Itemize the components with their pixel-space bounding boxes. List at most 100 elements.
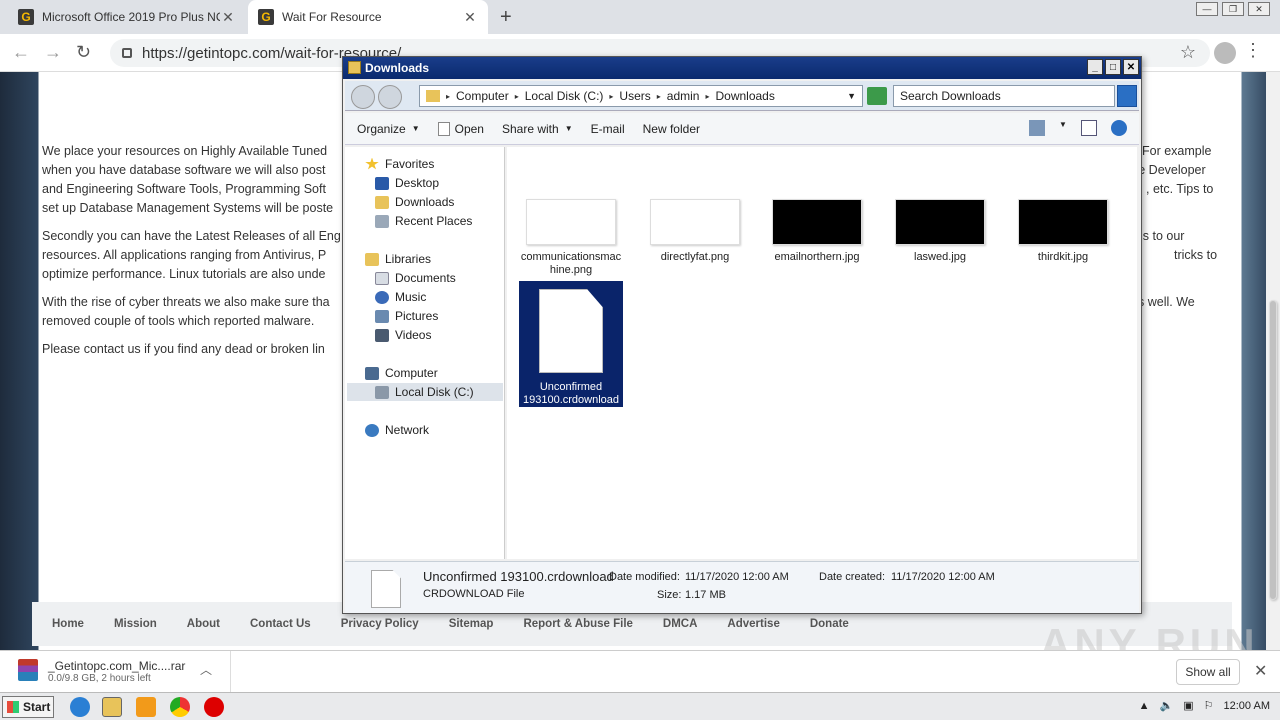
action-center-icon[interactable]: ⚐ bbox=[1204, 699, 1214, 712]
page-scrollbar[interactable] bbox=[1266, 72, 1280, 650]
clock[interactable]: 12:00 AM bbox=[1224, 700, 1270, 712]
stop-icon[interactable] bbox=[204, 697, 224, 717]
nav-recent-places[interactable]: Recent Places bbox=[375, 212, 472, 230]
forward-arrow-icon[interactable]: → bbox=[44, 42, 62, 63]
footer-link-contact[interactable]: Contact Us bbox=[250, 618, 311, 630]
show-all-button[interactable]: Show all bbox=[1176, 659, 1240, 685]
nav-downloads[interactable]: Downloads bbox=[375, 193, 454, 211]
tab-wait-for-resource[interactable]: G Wait For Resource ✕ bbox=[248, 0, 488, 34]
footer-link-about[interactable]: About bbox=[187, 618, 220, 630]
folder-icon bbox=[426, 90, 440, 102]
chevron-down-icon[interactable]: ▼ bbox=[847, 91, 856, 101]
file-item[interactable]: thirdkit.jpg bbox=[1011, 199, 1115, 264]
footer-link-home[interactable]: Home bbox=[52, 618, 84, 630]
new-tab-icon[interactable]: + bbox=[500, 6, 512, 29]
search-input[interactable]: Search Downloads bbox=[893, 85, 1115, 107]
chevron-right-icon[interactable]: ▸ bbox=[446, 92, 450, 101]
footer-link-sitemap[interactable]: Sitemap bbox=[449, 618, 494, 630]
nav-documents[interactable]: Documents bbox=[375, 269, 456, 287]
breadcrumb-computer[interactable]: Computer bbox=[456, 89, 509, 103]
help-icon[interactable] bbox=[1111, 120, 1127, 136]
nav-libraries[interactable]: Libraries bbox=[365, 250, 431, 268]
chrome-icon[interactable] bbox=[170, 697, 190, 717]
tab-title: Wait For Resource bbox=[282, 10, 382, 24]
close-tab-icon[interactable]: ✕ bbox=[462, 9, 478, 26]
footer-link-privacy[interactable]: Privacy Policy bbox=[341, 618, 419, 630]
reload-icon[interactable]: ↻ bbox=[76, 42, 91, 63]
chevron-right-icon[interactable]: ▸ bbox=[609, 92, 613, 101]
minimize-icon[interactable]: _ bbox=[1087, 59, 1103, 75]
nav-label: Music bbox=[395, 290, 427, 304]
document-icon bbox=[437, 121, 450, 136]
nav-music[interactable]: Music bbox=[375, 288, 426, 306]
breadcrumb-downloads[interactable]: Downloads bbox=[715, 89, 774, 103]
file-item-selected[interactable]: Unconfirmed 193100.crdownload bbox=[519, 281, 623, 407]
back-arrow-icon[interactable]: ← bbox=[12, 42, 30, 63]
share-with-button[interactable]: Share with ▼ bbox=[502, 122, 573, 136]
media-player-icon[interactable] bbox=[136, 697, 156, 717]
breadcrumb[interactable]: ▸ Computer ▸ Local Disk (C:) ▸ Users ▸ a… bbox=[419, 85, 863, 107]
nav-label: Documents bbox=[395, 271, 456, 285]
file-name: laswed.jpg bbox=[914, 251, 966, 263]
organize-button[interactable]: Organize ▼ bbox=[357, 122, 420, 136]
nav-network[interactable]: Network bbox=[365, 421, 429, 439]
back-arrow-icon[interactable] bbox=[351, 85, 375, 109]
chevron-down-icon[interactable]: ▼ bbox=[1059, 120, 1067, 136]
start-button[interactable]: Start bbox=[2, 696, 54, 718]
close-window-icon[interactable]: ✕ bbox=[1248, 2, 1270, 16]
search-icon[interactable] bbox=[1117, 85, 1137, 107]
file-item[interactable]: emailnorthern.jpg bbox=[765, 199, 869, 264]
restore-icon[interactable]: ❐ bbox=[1222, 2, 1244, 16]
footer-link-dmca[interactable]: DMCA bbox=[663, 618, 698, 630]
minimize-icon[interactable]: — bbox=[1196, 2, 1218, 16]
nav-favorites[interactable]: Favorites bbox=[365, 155, 434, 173]
refresh-icon[interactable] bbox=[867, 87, 887, 105]
change-view-icon[interactable] bbox=[1029, 120, 1045, 136]
footer-link-mission[interactable]: Mission bbox=[114, 618, 157, 630]
libraries-icon bbox=[365, 252, 379, 266]
network-icon[interactable]: ▣ bbox=[1183, 699, 1193, 712]
breadcrumb-local-disk[interactable]: Local Disk (C:) bbox=[525, 89, 604, 103]
detail-modified-label: Date modified: bbox=[609, 571, 680, 583]
menu-kebab-icon[interactable]: ⋮ bbox=[1244, 40, 1262, 61]
profile-avatar-icon[interactable] bbox=[1214, 42, 1236, 64]
chevron-right-icon[interactable]: ▸ bbox=[705, 92, 709, 101]
footer-link-donate[interactable]: Donate bbox=[810, 618, 849, 630]
explorer-folder-icon[interactable] bbox=[102, 697, 122, 717]
file-item[interactable]: laswed.jpg bbox=[888, 199, 992, 264]
breadcrumb-admin[interactable]: admin bbox=[667, 89, 700, 103]
close-window-icon[interactable]: ✕ bbox=[1123, 59, 1139, 75]
tray-arrow-icon[interactable]: ▲ bbox=[1139, 700, 1150, 712]
image-thumbnail bbox=[895, 199, 985, 245]
footer-link-report[interactable]: Report & Abuse File bbox=[523, 618, 632, 630]
new-folder-button[interactable]: New folder bbox=[643, 122, 700, 136]
close-tab-icon[interactable]: ✕ bbox=[220, 9, 236, 26]
download-filename[interactable]: _Getintopc.com_Mic....rar bbox=[48, 659, 185, 673]
email-button[interactable]: E-mail bbox=[591, 122, 625, 136]
chevron-right-icon[interactable]: ▸ bbox=[657, 92, 661, 101]
lock-icon bbox=[122, 48, 132, 58]
forward-arrow-icon[interactable] bbox=[378, 85, 402, 109]
breadcrumb-users[interactable]: Users bbox=[619, 89, 650, 103]
nav-computer[interactable]: Computer bbox=[365, 364, 438, 382]
nav-desktop[interactable]: Desktop bbox=[375, 174, 439, 192]
chevron-right-icon[interactable]: ▸ bbox=[515, 92, 519, 101]
chevron-up-icon[interactable]: ︿ bbox=[200, 661, 212, 678]
internet-explorer-icon[interactable] bbox=[70, 697, 90, 717]
scrollbar-thumb[interactable] bbox=[1269, 300, 1277, 600]
preview-pane-icon[interactable] bbox=[1081, 120, 1097, 136]
bookmark-star-icon[interactable]: ☆ bbox=[1180, 42, 1196, 63]
nav-pictures[interactable]: Pictures bbox=[375, 307, 438, 325]
file-item[interactable]: communicationsmac hine.png bbox=[519, 199, 623, 277]
file-item[interactable]: directlyfat.png bbox=[643, 199, 747, 264]
nav-videos[interactable]: Videos bbox=[375, 326, 431, 344]
tab-office[interactable]: G Microsoft Office 2019 Pro Plus NOV 2 ✕ bbox=[8, 0, 246, 34]
open-button[interactable]: Open bbox=[437, 121, 484, 136]
volume-icon[interactable]: 🔈 bbox=[1160, 699, 1174, 712]
maximize-icon[interactable]: □ bbox=[1105, 59, 1121, 75]
footer-link-advertise[interactable]: Advertise bbox=[727, 618, 779, 630]
nav-local-disk[interactable]: Local Disk (C:) bbox=[347, 383, 503, 401]
explorer-title-bar[interactable]: Downloads _ □ ✕ bbox=[343, 57, 1141, 79]
tab-title: Microsoft Office 2019 Pro Plus NOV 2 bbox=[42, 10, 220, 24]
close-icon[interactable]: ✕ bbox=[1254, 661, 1267, 681]
